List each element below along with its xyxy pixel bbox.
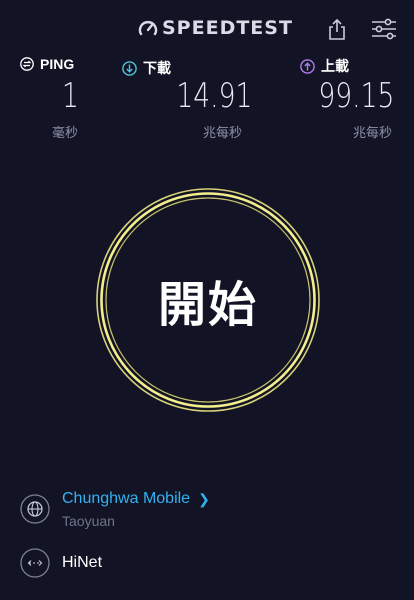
ping-metric: PING 1 毫秒 (20, 56, 90, 140)
ping-icon (20, 57, 34, 71)
upload-unit: 兆每秒 (352, 125, 392, 140)
ping-value: 1 (62, 76, 79, 116)
download-arrow-icon (122, 60, 137, 76)
isp-name-link[interactable]: Chunghwa Mobile ❯ (62, 490, 210, 508)
share-icon (329, 18, 345, 40)
speedometer-icon (138, 21, 158, 36)
isp-location: Taoyuan (62, 513, 115, 529)
settings-button[interactable] (369, 14, 399, 44)
start-button-label: 開始 (157, 279, 258, 332)
ping-label: PING (40, 56, 75, 72)
download-header: 下載 (122, 58, 171, 78)
ping-header: PING (20, 56, 90, 72)
settings-sliders-icon (372, 18, 396, 40)
start-button[interactable]: 開始 (94, 186, 322, 414)
server-provider[interactable]: HiNet (20, 548, 400, 580)
ping-unit: 毫秒 (52, 125, 79, 140)
upload-header: 上載 (300, 56, 349, 76)
speedtest-logo: SPEEDTEST (138, 17, 293, 39)
chevron-right-icon: ❯ (198, 490, 210, 507)
download-label: 下載 (143, 60, 171, 76)
app-header: SPEEDTEST (0, 0, 414, 56)
start-button-area: 開始 (94, 186, 322, 414)
isp-provider[interactable]: Chunghwa Mobile ❯ Taoyuan (20, 490, 400, 532)
isp-name: Chunghwa Mobile (62, 490, 191, 507)
server-icon (20, 548, 50, 578)
upload-value: 99.15 (318, 76, 394, 116)
download-value: 14.91 (176, 76, 252, 116)
logo-text: SPEEDTEST (162, 17, 293, 39)
download-unit: 兆每秒 (202, 125, 242, 140)
share-button[interactable] (322, 14, 352, 44)
upload-arrow-icon (300, 58, 315, 74)
globe-icon (20, 494, 50, 524)
upload-label: 上載 (321, 58, 349, 74)
server-name: HiNet (62, 554, 103, 571)
